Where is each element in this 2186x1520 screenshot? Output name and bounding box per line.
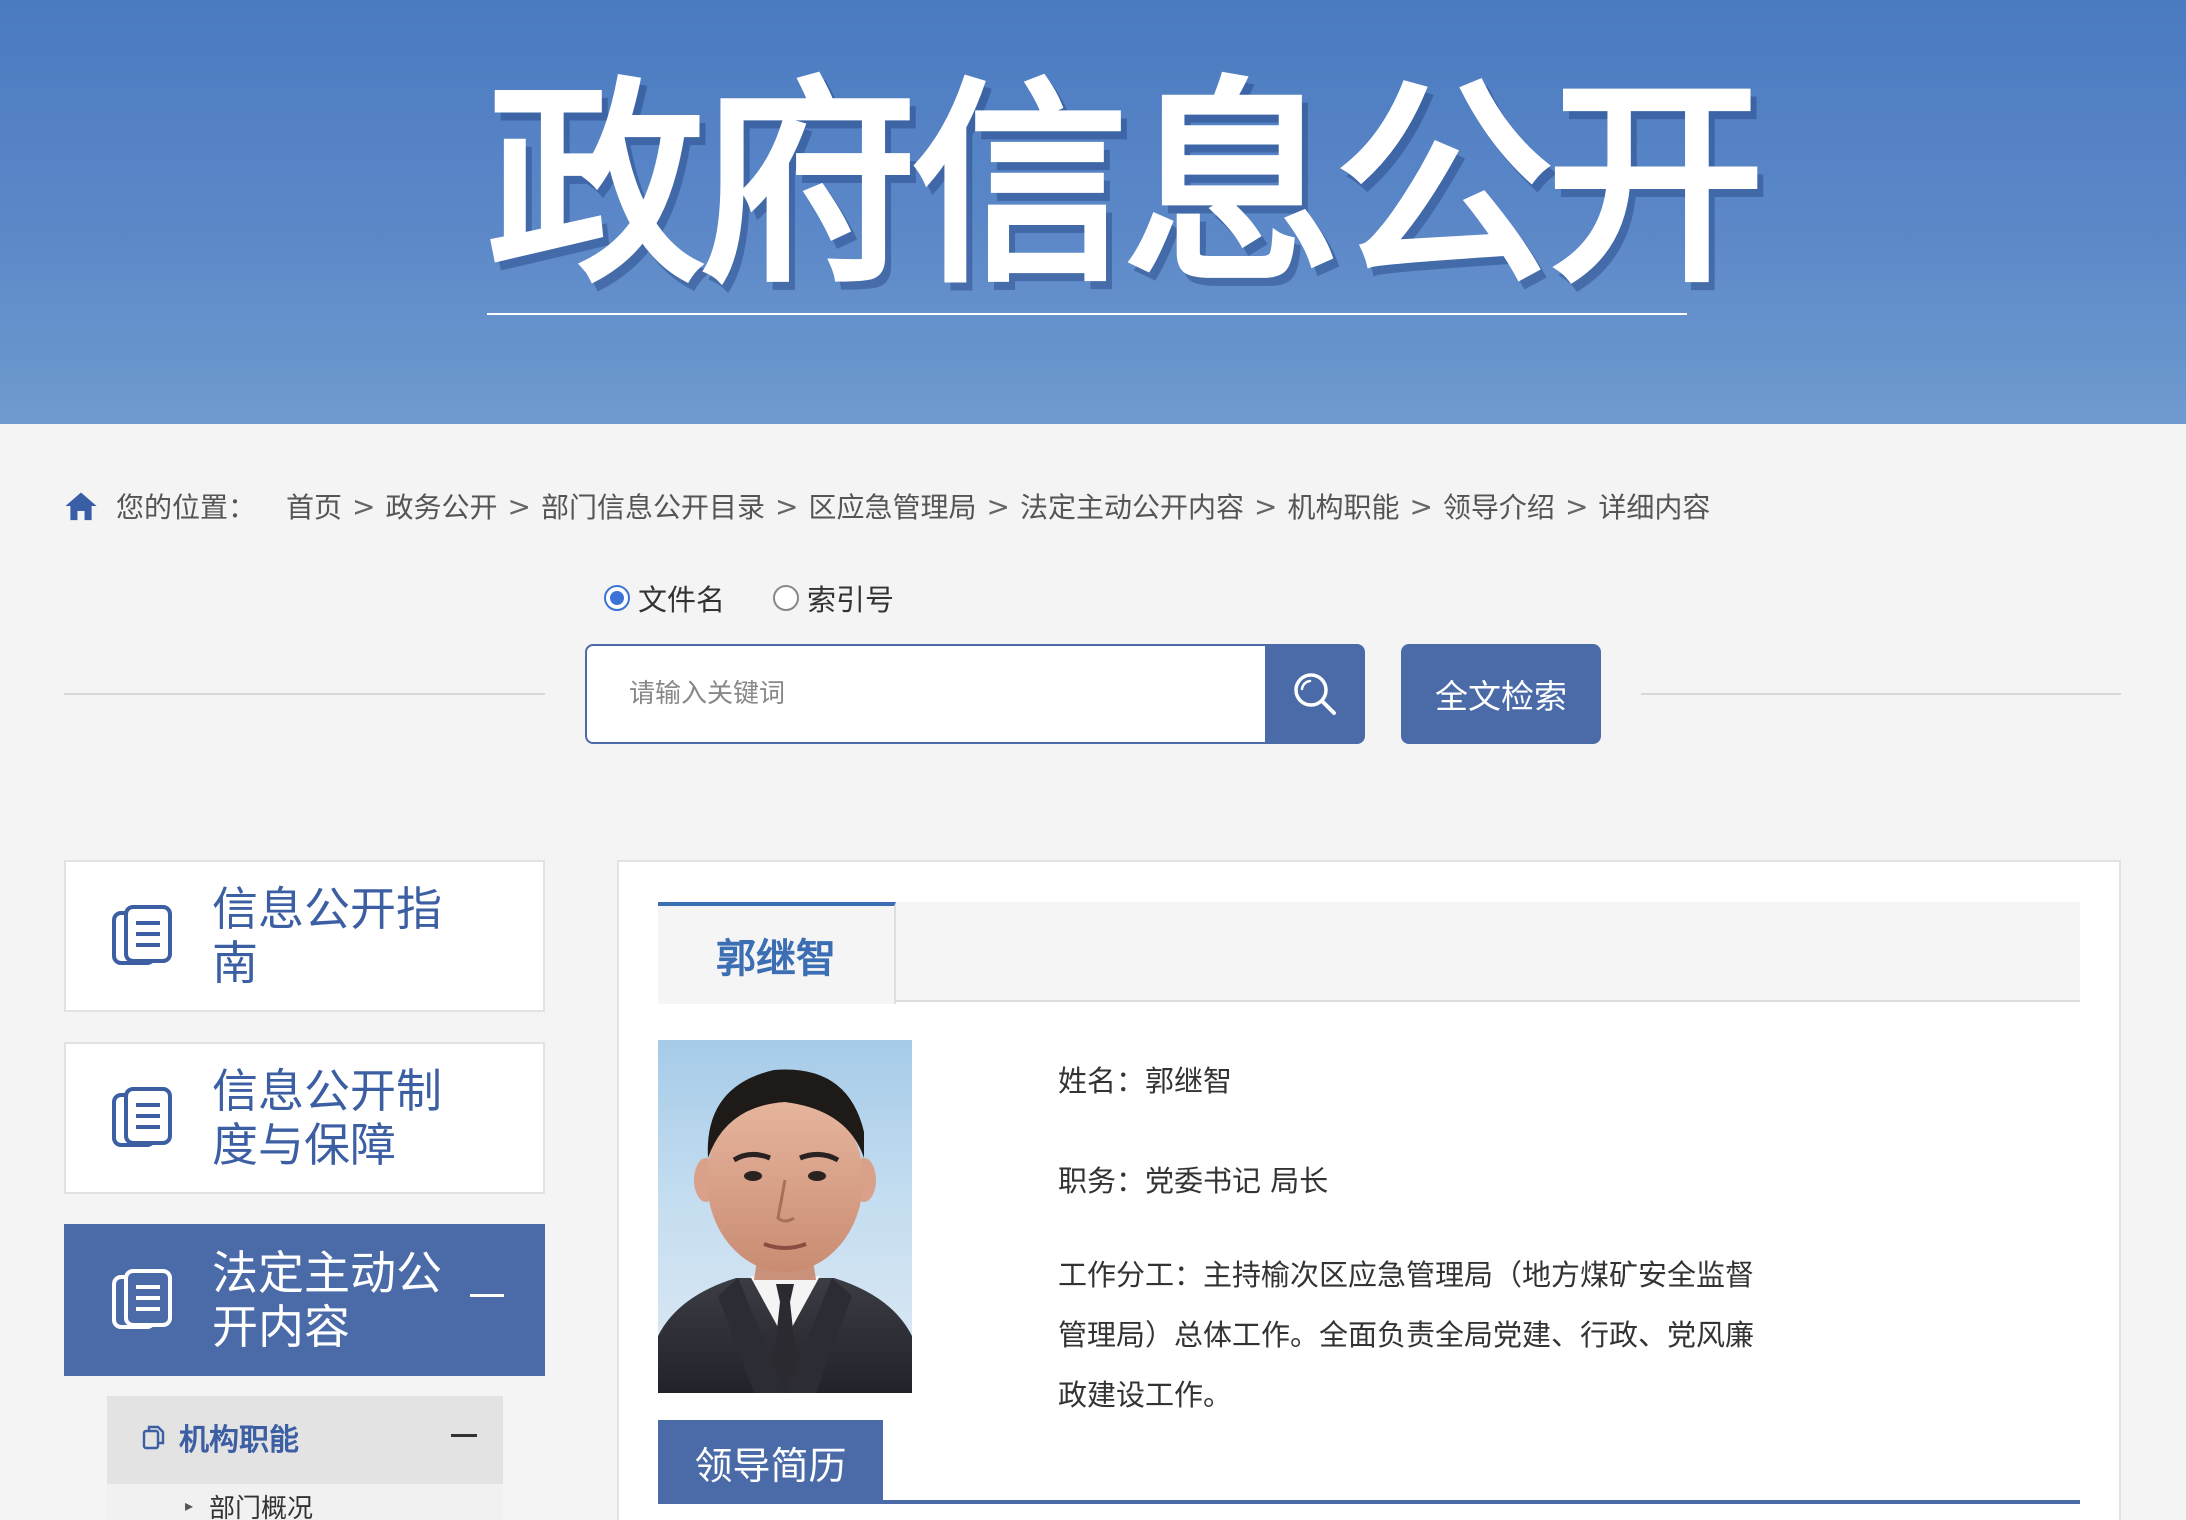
sidebar-item-disclosure-system[interactable]: 信息公开制度与保障 <box>64 1042 545 1194</box>
collapse-icon[interactable] <box>470 1294 504 1297</box>
document-stack-icon <box>112 1269 172 1329</box>
breadcrumb-item-leaders[interactable]: 领导介绍 <box>1443 486 1555 526</box>
document-stack-icon <box>112 1087 172 1147</box>
subsection-label: 机构职能 <box>179 1423 299 1458</box>
breadcrumb-item-home[interactable]: 首页 <box>286 486 342 526</box>
breadcrumb-separator: > <box>352 489 376 523</box>
breadcrumb-separator: > <box>1564 489 1589 523</box>
portrait-illustration <box>658 1069 912 1393</box>
breadcrumb: 您的位置： 首页 > 政务公开 > 部门信息公开目录 > 区应急管理局 > 法定… <box>64 486 1710 526</box>
leader-photo <box>658 1040 912 1393</box>
radio-index-number[interactable]: 索引号 <box>773 577 894 619</box>
breadcrumb-item-gov-affairs[interactable]: 政务公开 <box>386 486 498 526</box>
radio-filename-dot[interactable] <box>604 585 630 611</box>
radio-filename-label: 文件名 <box>638 583 726 617</box>
search-divider-left <box>64 693 545 695</box>
sidebar-subsection: 机构职能 ▸ 部门概况 <box>107 1396 503 1520</box>
breadcrumb-item-current: 详细内容 <box>1598 491 1711 524</box>
subsection-org-functions[interactable]: 机构职能 <box>107 1396 503 1478</box>
leader-name-line: 姓名：郭继智 <box>1058 1064 1233 1098</box>
caret-right-icon: ▸ <box>185 1496 194 1515</box>
banner-title: 政府信息公开 <box>487 60 1765 313</box>
breadcrumb-separator: > <box>507 489 531 523</box>
resume-tab-underline <box>658 1500 2080 1504</box>
breadcrumb-separator: > <box>775 489 799 523</box>
breadcrumb-label: 您的位置： <box>116 491 257 524</box>
breadcrumb-item-dept-catalog[interactable]: 部门信息公开目录 <box>541 486 765 526</box>
search-button[interactable] <box>1265 644 1365 744</box>
sidebar-item-disclosure-guide[interactable]: 信息公开指南 <box>64 860 545 1012</box>
breadcrumb-item-statutory-content[interactable]: 法定主动公开内容 <box>1020 486 1244 526</box>
breadcrumb-separator: > <box>1253 489 1278 523</box>
minus-icon[interactable] <box>451 1434 477 1437</box>
tab-leader-resume[interactable]: 领导简历 <box>658 1420 883 1504</box>
header-banner: 政府信息公开 <box>0 0 2186 424</box>
copy-icon <box>142 1425 165 1450</box>
leader-position-line: 职务：党委书记 局长 <box>1058 1164 1329 1198</box>
breadcrumb-item-emergency-bureau[interactable]: 区应急管理局 <box>808 486 976 526</box>
tab-leader-name[interactable]: 郭继智 <box>658 902 896 1004</box>
sidebar-item-label: 信息公开制度与保障 <box>212 1064 442 1172</box>
breadcrumb-item-org-functions[interactable]: 机构职能 <box>1287 486 1399 526</box>
breadcrumb-separator: > <box>986 489 1010 523</box>
document-stack-icon <box>112 905 172 965</box>
search-icon <box>1294 673 1336 715</box>
home-icon[interactable] <box>64 489 98 523</box>
leader-duty-text: 工作分工：主持榆次区应急管理局（地方煤矿安全监督管理局）总体工作。全面负责全局党… <box>1058 1258 1755 1412</box>
search-divider-right <box>1641 693 2121 695</box>
search-input[interactable] <box>585 644 1265 744</box>
radio-index-number-label: 索引号 <box>807 583 895 617</box>
banner-underline <box>487 313 1687 315</box>
sidebar-item-label: 信息公开指南 <box>212 882 442 990</box>
radio-filename[interactable]: 文件名 <box>604 577 725 619</box>
subsection-item-dept-overview[interactable]: ▸ 部门概况 <box>107 1484 503 1520</box>
radio-index-number-dot[interactable] <box>773 585 800 611</box>
breadcrumb-separator: > <box>1409 489 1433 523</box>
sidebar-item-label: 法定主动公开内容 <box>212 1246 442 1354</box>
search-type-radio-group: 文件名 索引号 <box>604 578 942 618</box>
sidebar-item-statutory-content[interactable]: 法定主动公开内容 <box>64 1224 545 1376</box>
subsection-item-label: 部门概况 <box>209 1494 314 1520</box>
fulltext-search-button[interactable]: 全文检索 <box>1401 644 1601 744</box>
